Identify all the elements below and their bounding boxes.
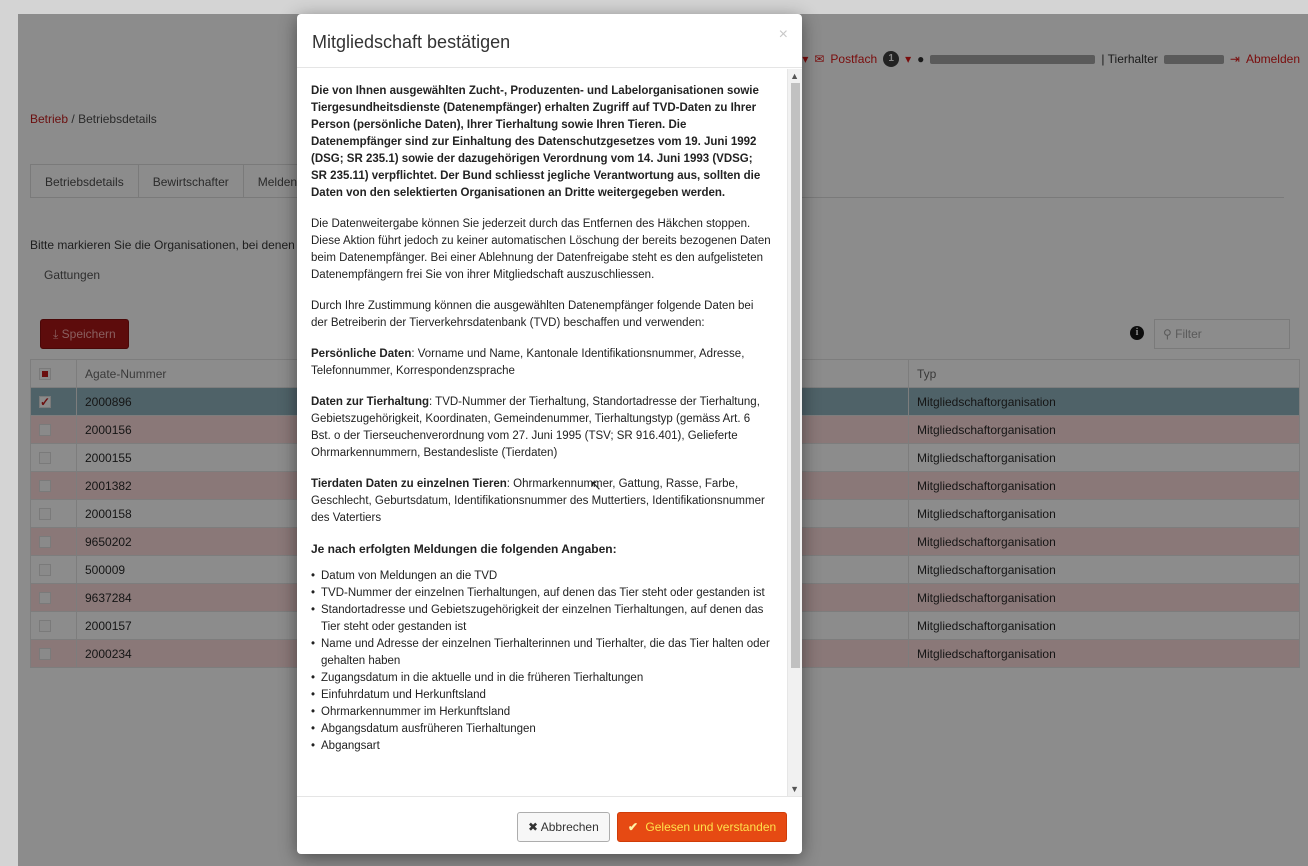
list-item: Ohrmarkennummer im Herkunftsland [311,704,771,721]
row-checkbox[interactable] [39,592,51,605]
row-checkbox-cell[interactable] [30,611,77,640]
type-cell: Mitgliedschaftorganisation [908,639,1300,668]
list-item: Datum von Meldungen an die TVD [311,568,771,585]
check-icon: ✔ [628,820,639,834]
row-checkbox[interactable] [39,452,51,465]
modal-header: Mitgliedschaft bestätigen × [297,14,802,68]
list-item: Name und Adresse der einzelnen Tierhalte… [311,636,771,670]
holding-data-label: Daten zur Tierhaltung [311,396,429,408]
postfach-caret-icon[interactable]: ▾ [905,52,911,66]
row-checkbox[interactable] [39,564,51,577]
download-icon: ⤓ [53,327,59,341]
breadcrumb-root-link[interactable]: Betrieb [30,112,68,126]
list-item: Zugangsdatum in die aktuelle und in die … [311,670,771,687]
row-checkbox-cell[interactable] [30,583,77,612]
select-all-checkbox[interactable] [39,368,51,381]
type-cell: Mitgliedschaftorganisation [908,527,1300,556]
tab-bewirtschafter[interactable]: Bewirtschafter [137,164,244,197]
save-button-label: Speichern [61,327,116,341]
role-label: | Tierhalter [1101,52,1158,66]
modal-scrollbar[interactable]: ▲ ▼ [787,69,802,796]
list-item: Abgangsdatum ausfrüheren Tierhaltungen [311,721,771,738]
row-checkbox-cell[interactable] [30,639,77,668]
type-cell: Mitgliedschaftorganisation [908,555,1300,584]
list-heading: Je nach erfolgten Meldungen die folgende… [311,542,617,556]
personal-data-paragraph: Persönliche Daten: Vorname und Name, Kan… [311,346,771,380]
row-checkbox-cell[interactable]: ✓ [30,387,77,416]
scroll-down-icon[interactable]: ▼ [790,784,799,794]
row-checkbox[interactable] [39,620,51,633]
scroll-up-icon[interactable]: ▲ [790,71,799,81]
type-cell: Mitgliedschaftorganisation [908,443,1300,472]
row-checkbox[interactable] [39,424,51,437]
personal-data-label: Persönliche Daten [311,348,412,360]
breadcrumb-separator: / [71,112,75,126]
mail-icon: ✉ [814,52,825,66]
select-all-header[interactable] [30,359,77,388]
filter-placeholder: Filter [1175,327,1202,341]
close-icon[interactable]: × [779,26,788,44]
row-checkbox-cell[interactable] [30,555,77,584]
header-typ[interactable]: Typ [908,359,1300,388]
dropdown-caret-icon[interactable]: ▾ [802,52,808,66]
list-item: Standortadresse und Gebietszugehörigkeit… [311,602,771,636]
cancel-button-label: Abbrechen [540,820,599,834]
animal-data-paragraph: Tierdaten Daten zu einzelnen Tieren: Ohr… [311,476,771,527]
row-checkbox[interactable]: ✓ [39,396,51,409]
animal-data-label: Tierdaten Daten zu einzelnen Tieren [311,478,507,490]
type-cell: Mitgliedschaftorganisation [908,415,1300,444]
tab-betriebsdetails[interactable]: Betriebsdetails [30,164,139,197]
row-checkbox-cell[interactable] [30,415,77,444]
logout-icon: ⇥ [1229,52,1240,66]
modal-content: Die von Ihnen ausgewählten Zucht-, Produ… [311,83,771,755]
row-checkbox-cell[interactable] [30,499,77,528]
information-list: Datum von Meldungen an die TVDTVD-Nummer… [311,568,771,755]
type-cell: Mitgliedschaftorganisation [908,387,1300,416]
confirm-button-label: Gelesen und verstanden [645,820,777,834]
filter-input[interactable]: ⚲ Filter [1154,319,1290,349]
scroll-thumb[interactable] [791,83,800,668]
redacted-username [930,54,1096,64]
postfach-link[interactable]: Postfach [830,52,877,66]
redacted-id [1163,54,1224,64]
logout-link[interactable]: Abmelden [1246,52,1300,66]
list-item: Einfuhrdatum und Herkunftsland [311,687,771,704]
row-checkbox-cell[interactable] [30,471,77,500]
user-icon: ● [917,52,925,66]
list-item: TVD-Nummer der einzelnen Tierhaltungen, … [311,585,771,602]
row-checkbox[interactable] [39,648,51,661]
intro-text: Bitte markieren Sie die Organisationen, … [30,238,295,252]
postfach-count-badge: 1 [883,51,900,67]
modal-title: Mitgliedschaft bestätigen [312,32,511,52]
type-cell: Mitgliedschaftorganisation [908,499,1300,528]
type-cell: Mitgliedschaftorganisation [908,583,1300,612]
type-cell: Mitgliedschaftorganisation [908,611,1300,640]
consent-paragraph: Durch Ihre Zustimmung können die ausgewä… [311,300,754,329]
list-item: Abgangsart [311,738,771,755]
holding-data-paragraph: Daten zur Tierhaltung: TVD-Nummer der Ti… [311,394,771,462]
modal-footer: ✖ Abbrechen ✔ Gelesen und verstanden [297,796,802,854]
cancel-button[interactable]: ✖ Abbrechen [517,812,610,842]
row-checkbox[interactable] [39,536,51,549]
stop-paragraph: Die Datenweitergabe können Sie jederzeit… [311,218,771,281]
x-icon: ✖ [528,820,539,834]
search-icon: ⚲ [1163,327,1172,341]
info-icon[interactable]: i [1130,326,1144,340]
membership-confirm-modal: Mitgliedschaft bestätigen × Die von Ihne… [297,14,802,854]
top-navigation: ▾ ✉ Postfach 1 ▾ ● | Tierhalter ⇥ Abmeld… [802,51,1300,67]
row-checkbox[interactable] [39,480,51,493]
breadcrumb-current: Betriebsdetails [78,112,157,126]
row-checkbox[interactable] [39,508,51,521]
breadcrumb: Betrieb / Betriebsdetails [30,112,157,126]
type-cell: Mitgliedschaftorganisation [908,471,1300,500]
save-button[interactable]: ⤓ Speichern [40,319,129,349]
row-checkbox-cell[interactable] [30,527,77,556]
disclaimer-paragraph: Die von Ihnen ausgewählten Zucht-, Produ… [311,85,761,199]
gattungen-label[interactable]: Gattungen [44,268,100,282]
row-checkbox-cell[interactable] [30,443,77,472]
mouse-cursor-icon: ↖ [590,477,602,493]
modal-body[interactable]: Die von Ihnen ausgewählten Zucht-, Produ… [297,69,802,796]
confirm-button[interactable]: ✔ Gelesen und verstanden [617,812,788,842]
